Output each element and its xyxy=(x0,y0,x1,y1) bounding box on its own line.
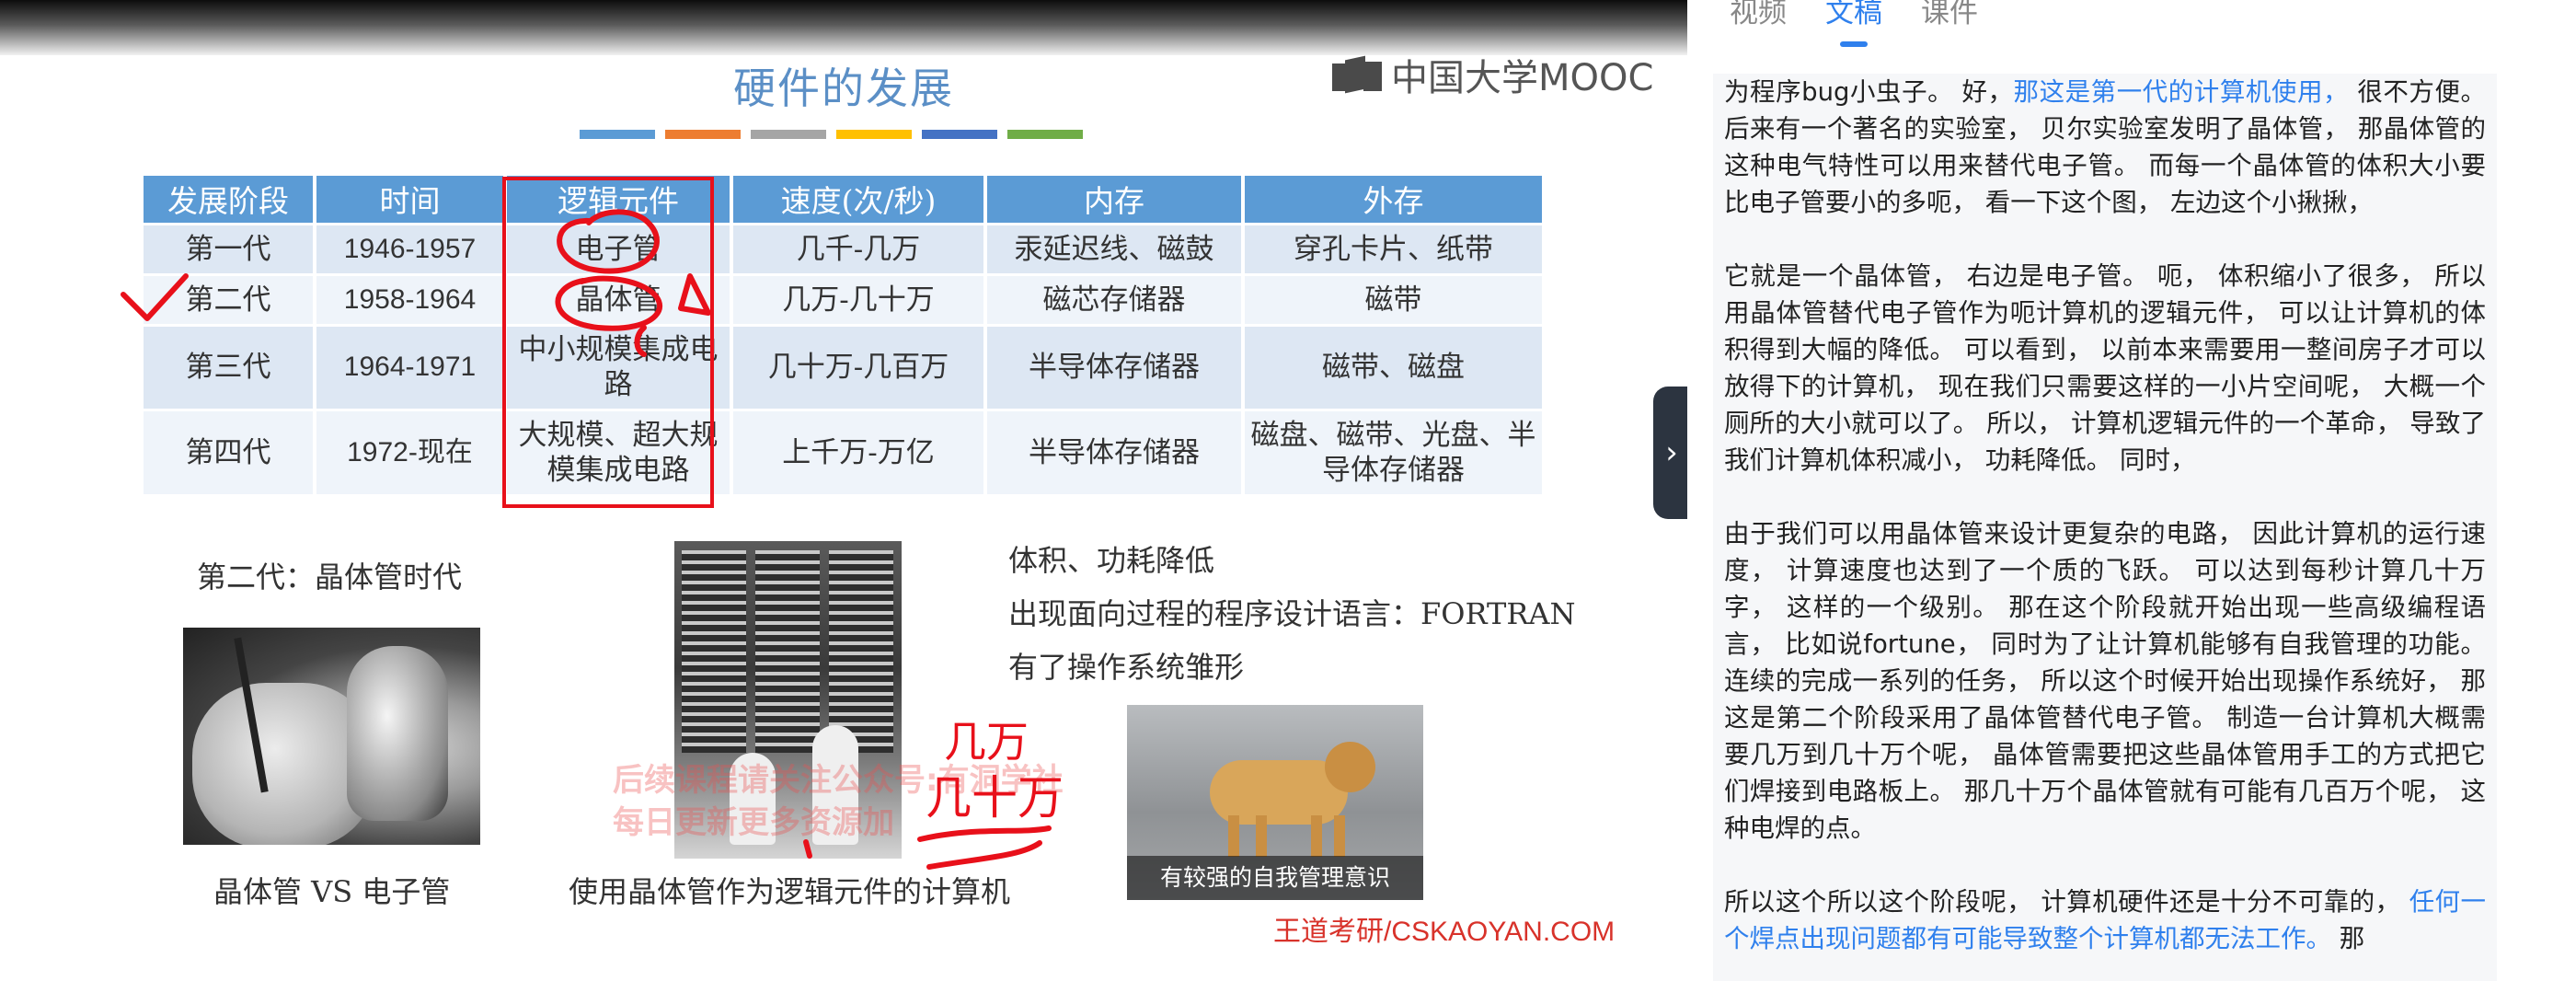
video-top-shadow xyxy=(0,0,1687,55)
color-bar-segment xyxy=(665,130,741,139)
table-cell: 1958-1964 xyxy=(315,272,507,325)
video-player[interactable]: 硬件的发展 中国大学MOOC 发展阶段 时间 逻辑元件 速度(次/秒) 内存 外… xyxy=(0,0,1687,981)
transcript-panel[interactable]: 为程序bug小虫子。 好，那这是第一代的计算机使用， 很不方便。 后来有一个著名… xyxy=(1713,74,2497,981)
table-cell: 第三代 xyxy=(144,323,316,410)
table-cell: 1972-现在 xyxy=(315,408,507,494)
table-row: 第一代 1946-1957 电子管 几千-几万 汞延迟线、磁鼓 穿孔卡片、纸带 xyxy=(144,222,1542,274)
transcript-paragraph[interactable]: 由于我们可以用晶体管来设计更复杂的电路， 因此计算机的运行速度， 计算速度也达到… xyxy=(1724,515,2486,847)
point-2: 出现面向过程的程序设计语言：FORTRAN xyxy=(1008,596,1576,631)
paragraph-text: 由于我们可以用晶体管来设计更复杂的电路， 因此计算机的运行速度， 计算速度也达到… xyxy=(1724,519,2486,843)
paragraph-text: 为程序bug小虫子。 好， xyxy=(1724,77,2014,107)
table-cell: 几万-几十万 xyxy=(731,272,987,325)
table-cell: 穿孔卡片、纸带 xyxy=(1243,222,1542,274)
color-bar-segment xyxy=(580,130,655,139)
paragraph-highlight: 那这是第一代的计算机使用， xyxy=(2013,77,2350,107)
panel-tabs: 视频 文稿 课件 xyxy=(1730,0,1978,41)
color-bar-segment xyxy=(751,130,826,139)
hardware-table: 发展阶段 时间 逻辑元件 速度(次/秒) 内存 外存 第一代 1946-1957… xyxy=(144,176,1542,494)
table-row: 第四代 1972-现在 大规模、超大规模集成电路 上千万-万亿 半导体存储器 磁… xyxy=(144,408,1542,494)
table-header: 时间 xyxy=(315,176,507,224)
paragraph-text: 那 xyxy=(2331,924,2365,953)
point-3: 有了操作系统雏形 xyxy=(1008,650,1245,685)
table-row: 第三代 1964-1971 中小规模集成电路 几十万-几百万 半导体存储器 磁带… xyxy=(144,323,1542,410)
transistor-vs-tube-photo xyxy=(183,628,480,845)
table-header-row: 发展阶段 时间 逻辑元件 速度(次/秒) 内存 外存 xyxy=(144,176,1542,224)
table-row: 第二代 1958-1964 晶体管 几万-几十万 磁芯存储器 磁带 xyxy=(144,272,1542,325)
collapse-panel-button[interactable]: › xyxy=(1653,387,1690,519)
transcript-paragraph[interactable]: 所以这个所以这个阶段呢， 计算机硬件还是十分不可靠的， 任何一个焊点出现问题都有… xyxy=(1724,883,2486,957)
color-bar-segment xyxy=(836,130,912,139)
mooc-logo-text: 中国大学MOOC xyxy=(1391,57,1654,99)
table-cell: 几十万-几百万 xyxy=(731,323,987,410)
table-cell: 上千万-万亿 xyxy=(731,408,987,494)
color-bar-segment xyxy=(922,130,997,139)
brand-text: 王道考研/CSKAOYAN.COM xyxy=(1273,917,1616,947)
table-cell: 磁芯存储器 xyxy=(985,272,1245,325)
paragraph-text: 它就是一个晶体管， 右边是电子管。 呃， 体积缩小了很多， 所以用晶体管替代电子… xyxy=(1724,261,2486,475)
table-cell: 半导体存储器 xyxy=(985,408,1245,494)
watermark-2: 每日更新更多资源加 xyxy=(613,804,894,841)
dog-caption: 有较强的自我管理意识 xyxy=(1127,856,1423,900)
table-cell: 磁盘、磁带、光盘、半导体存储器 xyxy=(1243,408,1542,494)
table-header: 外存 xyxy=(1243,176,1542,224)
era-label: 第二代：晶体管时代 xyxy=(197,560,463,594)
chevron-right-icon: › xyxy=(1665,434,1678,471)
table-cell: 第四代 xyxy=(144,408,316,494)
table-header: 内存 xyxy=(985,176,1245,224)
mooc-logo: 中国大学MOOC xyxy=(1332,48,1653,101)
caption-mid: 使用晶体管作为逻辑元件的计算机 xyxy=(569,874,1011,909)
transcript-paragraph[interactable]: 为程序bug小虫子。 好，那这是第一代的计算机使用， 很不方便。 后来有一个著名… xyxy=(1724,74,2486,221)
dog-walking-photo: 有较强的自我管理意识 xyxy=(1127,705,1423,900)
table-header: 速度(次/秒) xyxy=(731,176,987,224)
table-cell: 第二代 xyxy=(144,272,316,325)
table-cell: 第一代 xyxy=(144,222,316,274)
logic-element-highlight-box xyxy=(502,177,714,508)
table-cell: 汞延迟线、磁鼓 xyxy=(985,222,1245,274)
transcript-paragraph[interactable]: 它就是一个晶体管， 右边是电子管。 呃， 体积缩小了很多， 所以用晶体管替代电子… xyxy=(1724,258,2486,479)
point-1: 体积、功耗降低 xyxy=(1008,543,1215,578)
caption-left: 晶体管 VS 电子管 xyxy=(213,874,451,909)
table-cell: 几千-几万 xyxy=(731,222,987,274)
color-bar-segment xyxy=(1007,130,1083,139)
tab-courseware[interactable]: 课件 xyxy=(1921,0,1978,41)
mooc-logo-icon xyxy=(1332,55,1384,94)
table-cell: 1964-1971 xyxy=(315,323,507,410)
table-cell: 半导体存储器 xyxy=(985,323,1245,410)
tab-transcript[interactable]: 文稿 xyxy=(1825,0,1882,41)
table-cell: 1946-1957 xyxy=(315,222,507,274)
table-header: 发展阶段 xyxy=(144,176,316,224)
paragraph-text: 所以这个所以这个阶段呢， 计算机硬件还是十分不可靠的， xyxy=(1724,887,2401,917)
tab-video[interactable]: 视频 xyxy=(1730,0,1787,41)
table-cell: 磁带、磁盘 xyxy=(1243,323,1542,410)
table-cell: 磁带 xyxy=(1243,272,1542,325)
watermark-1: 后续课程请关注公众号:有洞学社 xyxy=(613,762,1064,799)
